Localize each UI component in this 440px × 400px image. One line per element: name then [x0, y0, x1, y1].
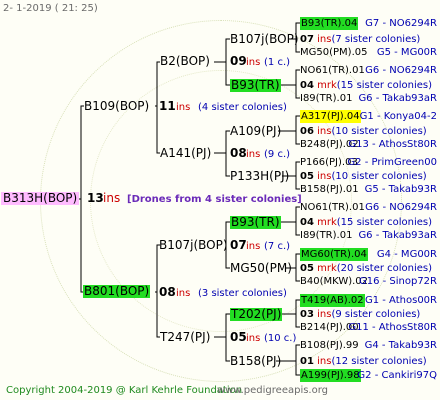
link-gen2b-gen3 [214, 130, 230, 177]
gen2-name: B2(BOP) [160, 54, 210, 68]
gen3-name: B93(TR) [230, 78, 281, 92]
gen2-sisters: (10 c.) [264, 333, 297, 344]
gen4-name: B40(MKW).02 [300, 276, 369, 287]
gen3-ins-line: 05 ins(10 sister colonies) [300, 171, 427, 182]
gen4-name: A317(PJ).04 [300, 110, 361, 123]
gen4-ref: G2 - Cankiri97Q [357, 370, 437, 381]
gen4-name: B93(TR).04 [300, 17, 359, 30]
gen2-num: 07 [230, 238, 247, 252]
gen3-ins-line: 04 mrk(15 sister colonies) [300, 217, 433, 228]
gen2-ins: ins [246, 57, 261, 68]
root-name: B313H(BOP) [1, 191, 80, 205]
gen2-num: 05 [230, 330, 247, 344]
gen4-ref: G13 - AthosSt80R [348, 139, 437, 150]
root-ins: ins [103, 191, 121, 205]
gen4-ref: G6 - Takab93aR [358, 93, 437, 104]
gen1-num: 08 [159, 285, 176, 299]
gen4-ref: G7 - NO6294R [365, 18, 437, 29]
header-date: 2- 1-2019 ( 21: 25) [3, 3, 98, 14]
gen2-num: 08 [230, 146, 247, 160]
gen3-name: B158(PJ) [230, 354, 282, 368]
gen4-name: MG60(TR).04 [300, 248, 368, 261]
root-num: 13 [87, 191, 104, 205]
footer-site[interactable]: www.pedigreeapis.org [217, 384, 328, 397]
gen2-name: A141(PJ) [160, 146, 212, 160]
gen1-name: B109(BOP) [84, 99, 150, 113]
gen1-ins: ins [176, 288, 191, 299]
pedigree-chart: 2- 1-2019 ( 21: 25) B313H(BOP) 13 ins [D… [0, 0, 440, 400]
gen3-ins-line: 03 ins(9 sister colonies) [300, 309, 421, 320]
gen3-name: B107j(BOP) [230, 32, 299, 46]
gen3-name: A109(PJ) [230, 124, 282, 138]
gen2-sisters: (1 c.) [264, 57, 291, 68]
gen3-name: T202(PJ) [230, 307, 283, 321]
gen4-name: B158(PJ).01 [300, 184, 359, 195]
gen1-name: B801(BOP) [83, 284, 151, 298]
gen3-ins-line: 07 ins(7 sister colonies) [300, 34, 421, 45]
gen2-name: B107j(BOP) [159, 238, 228, 252]
gen3-ins-line: 06 ins(10 sister colonies) [300, 126, 427, 137]
gen4-name: I89(TR).01 [300, 230, 353, 241]
gen4-ref: G4 - Takab93R [364, 340, 437, 351]
gen3-ins-line: 01 ins(12 sister colonies) [300, 356, 427, 367]
gen4-name: NO61(TR).01 [300, 202, 365, 213]
gen4-ref: G1 - Athos00R [364, 295, 437, 306]
gen2-ins: ins [246, 241, 261, 252]
root-drones: [Drones from 4 sister colonies] [127, 194, 302, 205]
gen1-ins: ins [176, 102, 191, 113]
gen1-num: 11 [159, 99, 176, 113]
gen4-ref: G6 - NO6294R [365, 65, 437, 76]
gen4-ref: G5 - Takab93R [364, 184, 437, 195]
gen4-ref: G5 - MG00R [376, 47, 437, 58]
gen4-name: NO61(TR).01 [300, 65, 365, 76]
link-gen3-3 [278, 115, 300, 145]
gen3-name: B93(TR) [230, 215, 281, 229]
gen4-ref: G4 - MG00R [376, 249, 437, 260]
gen2-sisters: (9 c.) [264, 149, 291, 160]
gen3-ins-line: 05 mrk(20 sister colonies) [300, 263, 433, 274]
gen3-ins-line: 04 mrk(15 sister colonies) [300, 80, 433, 91]
gen2-name: T247(PJ) [160, 330, 211, 344]
link-gen2a-gen3 [214, 38, 230, 86]
gen4-ref: G11 - AthosSt80R [348, 322, 437, 333]
gen2-sisters: (7 c.) [264, 241, 291, 252]
gen4-name: A199(PJ).98 [300, 369, 361, 382]
gen1-sisters: (4 sister colonies) [198, 102, 287, 113]
gen4-ref: G16 - Sinop72R [358, 276, 437, 287]
gen3-name: MG50(PM) [230, 261, 292, 275]
gen4-ref: G2 - PrimGreen00 [347, 157, 437, 168]
footer-copyright: Copyright 2004-2019 @ Karl Kehrle Founda… [6, 385, 243, 396]
link-gen2d-gen3 [214, 313, 230, 362]
gen1-sisters: (3 sister colonies) [198, 288, 287, 299]
gen4-ref: G6 - NO6294R [365, 202, 437, 213]
gen4-ref: G6 - Takab93aR [358, 230, 437, 241]
gen3-name: P133H(PJ) [230, 169, 290, 183]
gen4-name: B108(PJ).99 [300, 340, 359, 351]
gen4-name: I89(TR).01 [300, 93, 353, 104]
gen2-ins: ins [246, 149, 261, 160]
gen4-name: T419(AB).02 [300, 294, 365, 307]
gen4-ref: G1 - Konya04-2 [359, 111, 437, 122]
gen4-name: MG50(PM).05 [300, 47, 368, 58]
gen2-num: 09 [230, 54, 247, 68]
gen2-ins: ins [246, 333, 261, 344]
